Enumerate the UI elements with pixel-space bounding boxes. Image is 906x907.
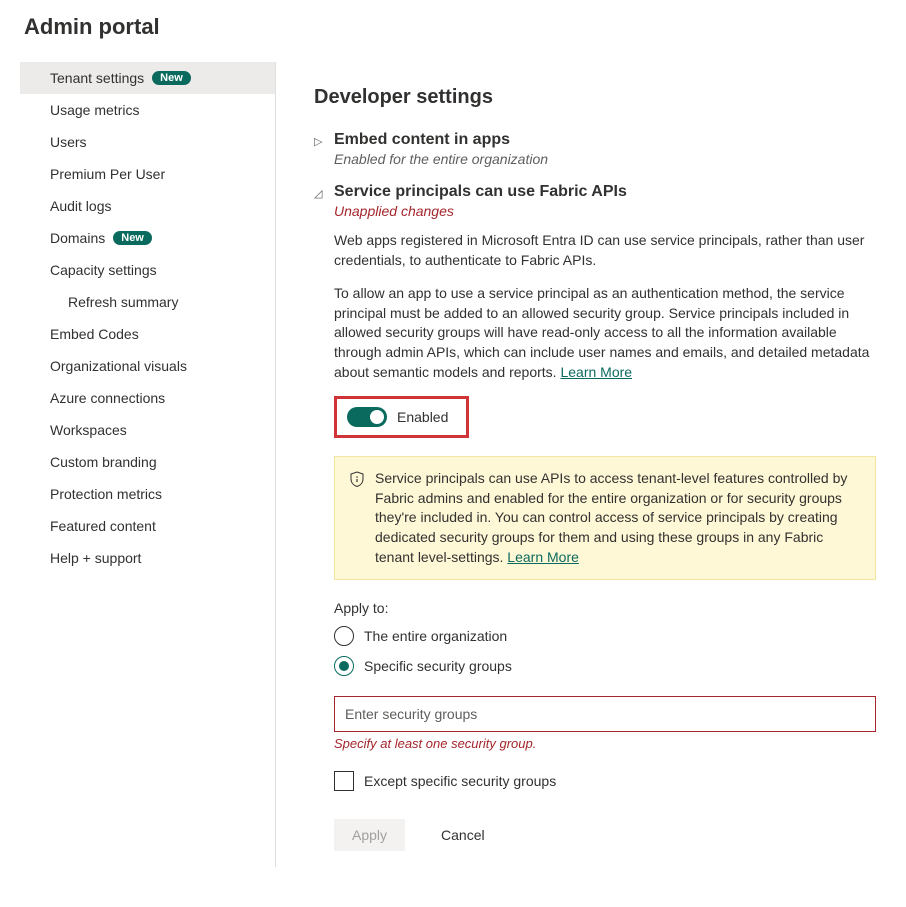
- sidebar-item-label: Usage metrics: [50, 102, 139, 118]
- sidebar-item-label: Users: [50, 134, 87, 150]
- new-badge: New: [152, 71, 191, 85]
- setting-header[interactable]: ◿ Service principals can use Fabric APIs…: [314, 183, 876, 219]
- checkbox-label: Except specific security groups: [364, 773, 556, 789]
- radio-label: Specific security groups: [364, 658, 512, 674]
- cancel-button[interactable]: Cancel: [423, 819, 503, 851]
- sidebar-item-label: Featured content: [50, 518, 156, 534]
- enabled-toggle[interactable]: [347, 407, 387, 427]
- checkbox-icon: [334, 771, 354, 791]
- sidebar-item-label: Audit logs: [50, 198, 111, 214]
- setting-title: Service principals can use Fabric APIs: [334, 183, 627, 201]
- radio-icon: [334, 626, 354, 646]
- sidebar-item-label: Tenant settings: [50, 70, 144, 86]
- sidebar-item-featured-content[interactable]: Featured content: [20, 510, 275, 542]
- toggle-knob-icon: [370, 410, 384, 424]
- sidebar-item-label: Refresh summary: [68, 294, 178, 310]
- caret-right-icon: ▷: [314, 135, 324, 148]
- sidebar-item-label: Protection metrics: [50, 486, 162, 502]
- sidebar-item-embed-codes[interactable]: Embed Codes: [20, 318, 275, 350]
- page-title: Admin portal: [20, 14, 886, 40]
- apply-button[interactable]: Apply: [334, 819, 405, 851]
- sidebar-item-users[interactable]: Users: [20, 126, 275, 158]
- except-groups-checkbox-row[interactable]: Except specific security groups: [334, 771, 876, 791]
- setting-subtitle: Enabled for the entire organization: [334, 151, 548, 167]
- sidebar-item-custom-branding[interactable]: Custom branding: [20, 446, 275, 478]
- sidebar-item-capacity-settings[interactable]: Capacity settings: [20, 254, 275, 286]
- banner-learn-more-link[interactable]: Learn More: [507, 549, 579, 565]
- sidebar-item-azure-connections[interactable]: Azure connections: [20, 382, 275, 414]
- setting-subtitle-warning: Unapplied changes: [334, 203, 627, 219]
- sidebar-item-domains[interactable]: Domains New: [20, 222, 275, 254]
- setting-embed-content[interactable]: ▷ Embed content in apps Enabled for the …: [314, 131, 876, 167]
- sidebar-item-label: Custom branding: [50, 454, 157, 470]
- setting-service-principals: ◿ Service principals can use Fabric APIs…: [314, 183, 876, 851]
- sidebar-item-usage-metrics[interactable]: Usage metrics: [20, 94, 275, 126]
- learn-more-link[interactable]: Learn More: [560, 364, 632, 380]
- sidebar-item-help-support[interactable]: Help + support: [20, 542, 275, 574]
- new-badge: New: [113, 231, 152, 245]
- sidebar-item-audit-logs[interactable]: Audit logs: [20, 190, 275, 222]
- sidebar-item-label: Premium Per User: [50, 166, 165, 182]
- sidebar-item-label: Azure connections: [50, 390, 165, 406]
- banner-text: Service principals can use APIs to acces…: [375, 469, 861, 567]
- sidebar-item-label: Help + support: [50, 550, 141, 566]
- input-error-text: Specify at least one security group.: [334, 736, 876, 751]
- main-panel: Developer settings ▷ Embed content in ap…: [276, 62, 886, 867]
- sidebar-item-organizational-visuals[interactable]: Organizational visuals: [20, 350, 275, 382]
- caret-down-icon: ◿: [314, 187, 324, 200]
- sidebar-item-label: Workspaces: [50, 422, 127, 438]
- setting-description-2: To allow an app to use a service princip…: [334, 284, 876, 382]
- radio-specific-groups[interactable]: Specific security groups: [334, 656, 876, 676]
- toggle-label: Enabled: [397, 409, 448, 425]
- sidebar-item-workspaces[interactable]: Workspaces: [20, 414, 275, 446]
- sidebar-item-premium-per-user[interactable]: Premium Per User: [20, 158, 275, 190]
- sidebar-item-label: Domains: [50, 230, 105, 246]
- radio-label: The entire organization: [364, 628, 507, 644]
- info-banner: Service principals can use APIs to acces…: [334, 456, 876, 580]
- sidebar-item-label: Organizational visuals: [50, 358, 187, 374]
- sidebar-item-tenant-settings[interactable]: Tenant settings New: [20, 62, 275, 94]
- sidebar-item-refresh-summary[interactable]: Refresh summary: [20, 286, 275, 318]
- shield-icon: [349, 471, 365, 567]
- setting-title: Embed content in apps: [334, 131, 548, 149]
- sidebar-item-protection-metrics[interactable]: Protection metrics: [20, 478, 275, 510]
- setting-description-1: Web apps registered in Microsoft Entra I…: [334, 231, 876, 270]
- apply-to-label: Apply to:: [334, 600, 876, 616]
- security-groups-input[interactable]: [334, 696, 876, 732]
- sidebar-item-label: Capacity settings: [50, 262, 157, 278]
- section-title: Developer settings: [314, 86, 876, 109]
- radio-entire-org[interactable]: The entire organization: [334, 626, 876, 646]
- sidebar-item-label: Embed Codes: [50, 326, 139, 342]
- enabled-toggle-highlight: Enabled: [334, 396, 469, 438]
- radio-icon: [334, 656, 354, 676]
- sidebar-nav: Tenant settings New Usage metrics Users Prem…: [20, 62, 276, 867]
